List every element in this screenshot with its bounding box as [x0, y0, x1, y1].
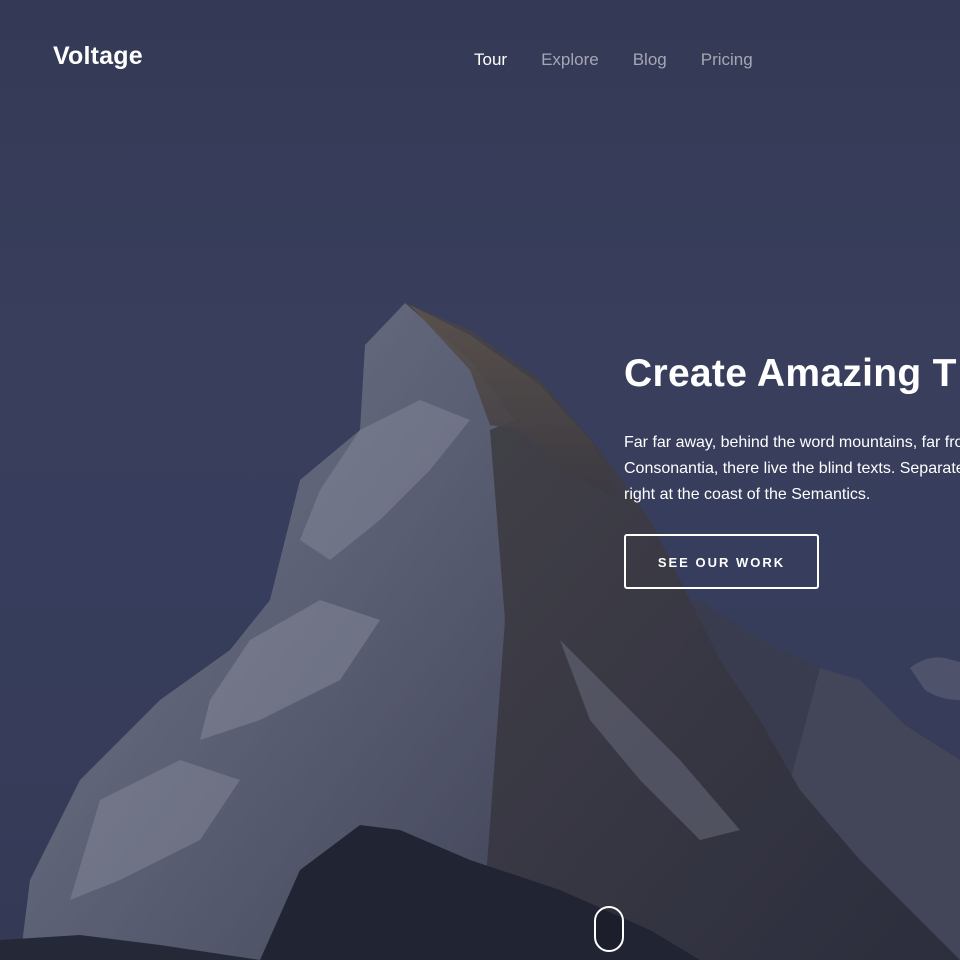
see-our-work-button[interactable]: SEE OUR WORK	[624, 534, 819, 589]
nav-item-tour: Tour	[474, 50, 507, 70]
nav-link-tour[interactable]: Tour	[474, 50, 507, 69]
hero-title: Create Amazing T	[624, 352, 957, 395]
hero-section: Voltage Tour Explore Blog Pricing Create…	[0, 0, 960, 960]
hero-description-line: right at the coast of the Semantics.	[624, 486, 871, 503]
nav-link-pricing[interactable]: Pricing	[701, 50, 753, 69]
nav-item-pricing: Pricing	[701, 50, 753, 70]
nav-link-blog[interactable]: Blog	[633, 50, 667, 69]
hero-description-line: Consonantia, there live the blind texts.…	[624, 460, 960, 477]
nav-link-explore[interactable]: Explore	[541, 50, 599, 69]
brand-logo[interactable]: Voltage	[53, 42, 143, 71]
nav-item-blog: Blog	[633, 50, 667, 70]
hero-description: Far far away, behind the word mountains,…	[624, 430, 960, 508]
hero-description-line: Far far away, behind the word mountains,…	[624, 434, 960, 451]
mouse-scroll-icon[interactable]	[594, 906, 624, 952]
nav-item-explore: Explore	[541, 50, 599, 70]
hero-text-block: Create Amazing T Far far away, behind th…	[624, 350, 960, 508]
top-navigation: Voltage Tour Explore Blog Pricing	[0, 0, 960, 120]
nav-menu: Tour Explore Blog Pricing	[474, 50, 753, 70]
